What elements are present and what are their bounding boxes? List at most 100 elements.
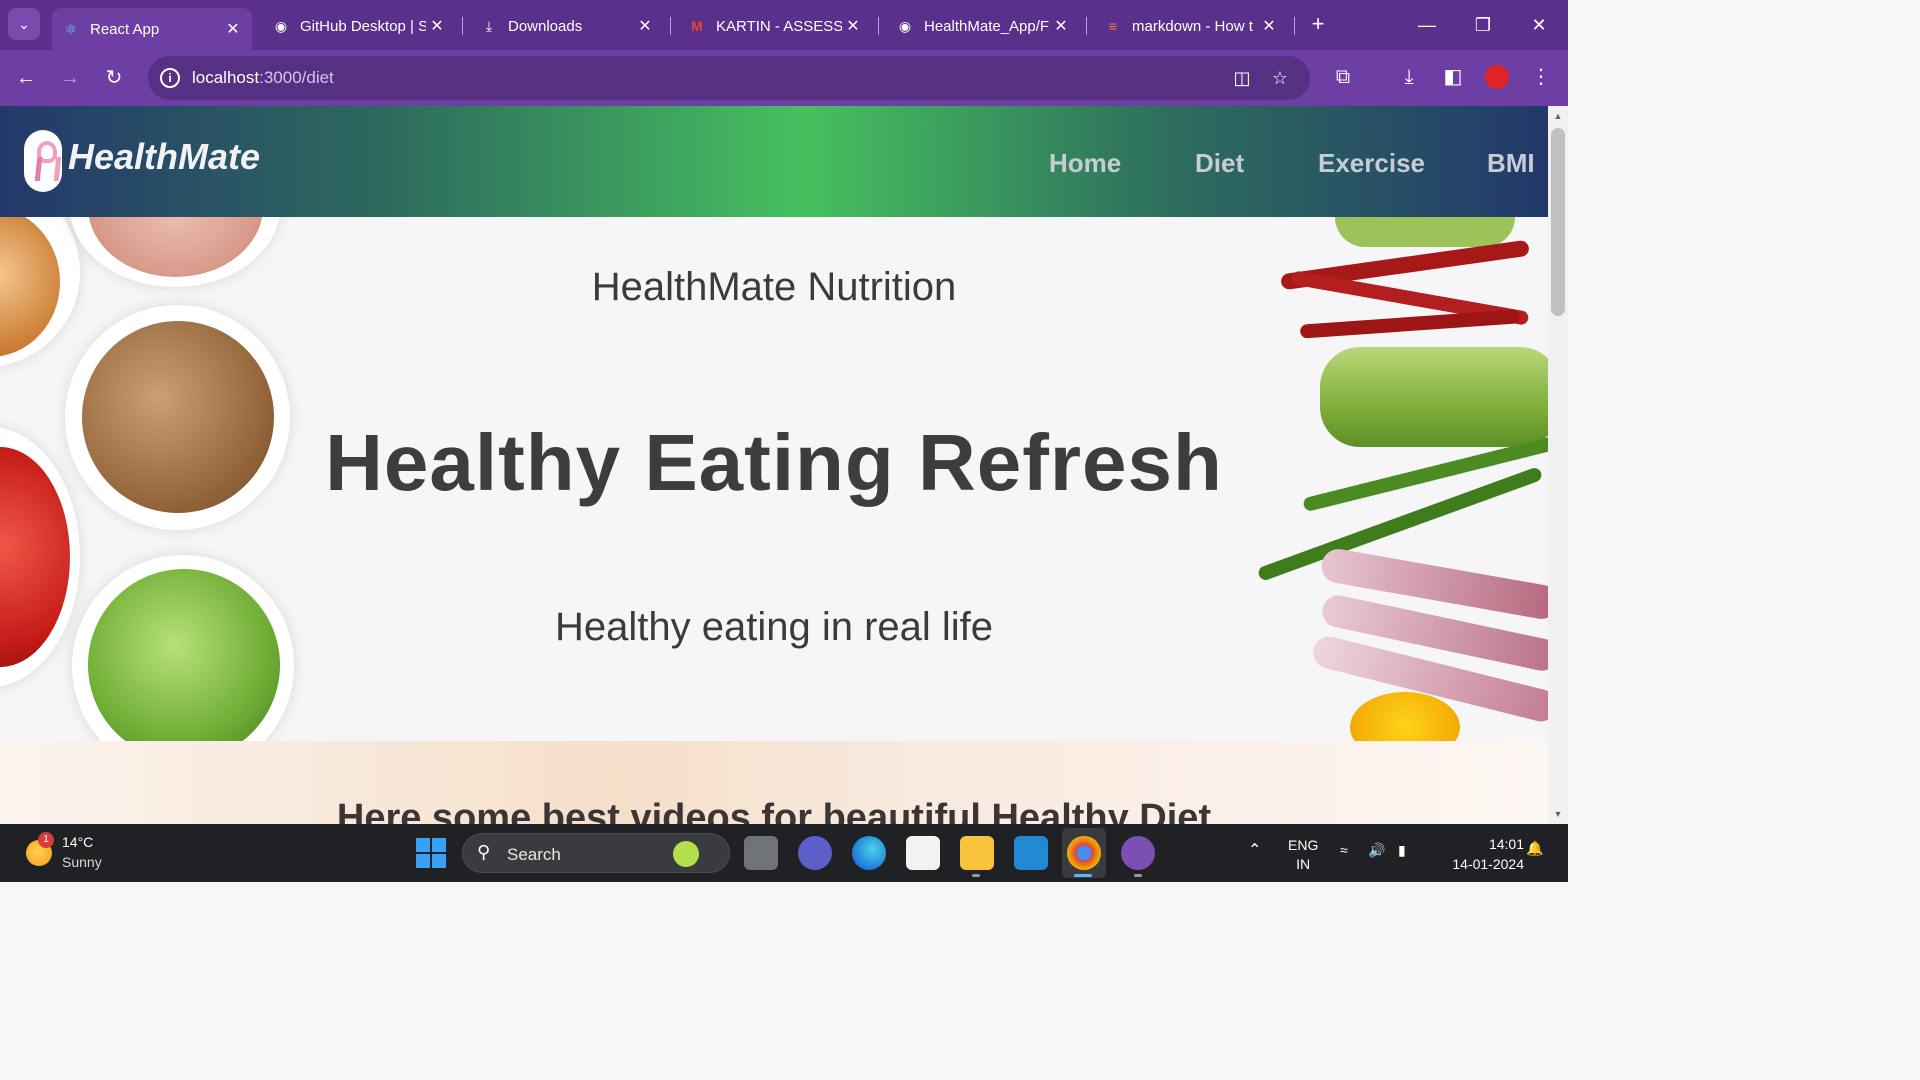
language-indicator[interactable]: ENG IN [1288,836,1318,874]
wifi-icon[interactable]: ≈ [1340,842,1348,858]
tab-divider [670,17,671,35]
back-button[interactable]: ← [10,62,42,94]
url-text[interactable]: localhost:3000/diet [192,68,334,88]
close-icon[interactable]: ✕ [842,16,864,36]
search-icon: ⚲ [477,842,491,862]
edge-icon[interactable] [852,836,886,870]
tab-title: React App [90,20,160,38]
tab-title: Downloads [508,17,583,35]
clock[interactable]: 14:01 14-01-2024 [1430,834,1524,874]
site-navbar: HealthMate Home Diet Exercise BMI [0,106,1548,217]
url-path: :3000/diet [259,68,334,87]
tab-divider [462,17,463,35]
tab-title: KARTIN - ASSESSM [716,17,842,35]
teams-chat-icon[interactable] [798,836,832,870]
tab-github-repo[interactable]: ◉ HealthMate_App/F ✕ [886,8,1080,44]
yellow-pepper-image [1350,692,1460,741]
videos-section-title: Here some best videos for beautiful Heal… [336,797,1212,824]
nav-home[interactable]: Home [1049,148,1121,179]
clock-date: 14-01-2024 [1452,856,1524,872]
gmail-icon: M [691,18,703,34]
nav-diet[interactable]: Diet [1195,148,1244,179]
file-explorer-icon[interactable] [960,836,994,870]
battery-icon[interactable]: ▮ [1398,842,1406,859]
tab-gmail[interactable]: M KARTIN - ASSESSM ✕ [678,8,872,44]
page-viewport: HealthMate Home Diet Exercise BMI Health… [0,106,1548,824]
chevron-up-icon[interactable]: ⌃ [1248,840,1261,860]
running-indicator [972,874,980,877]
hero-tagline: Healthy eating in real life [554,605,994,649]
page-scrollbar[interactable]: ▲ ▼ [1548,106,1568,824]
notification-badge: 1 [38,832,54,848]
tab-title: markdown - How t [1132,17,1253,35]
tab-divider [1294,17,1295,35]
hero-title: Healthy Eating Refresh [325,418,1223,507]
nav-bmi[interactable]: BMI [1487,148,1535,179]
clock-time: 14:01 [1488,836,1524,852]
notification-bell-icon[interactable]: 🔔 [1526,840,1543,857]
restore-button[interactable]: ❐ [1468,10,1498,40]
tab-title: HealthMate_App/F [924,17,1050,35]
volume-icon[interactable]: 🔊 [1368,842,1385,859]
language-code: ENG [1288,837,1319,853]
side-panel-icon[interactable]: ◧ [1438,62,1468,92]
windows-start-icon[interactable] [416,838,446,868]
tab-downloads[interactable]: ⤓ Downloads ✕ [470,8,664,44]
hero-banner: HealthMate Nutrition Healthy Eating Refr… [0,217,1548,741]
more-menu-icon[interactable]: ⋮ [1526,62,1556,92]
github-icon: ◉ [274,17,288,34]
forward-button[interactable]: → [54,62,86,94]
install-app-icon[interactable]: ◫ [1230,66,1254,90]
bookmark-star-icon[interactable]: ☆ [1268,66,1292,90]
weather-description[interactable]: Sunny [62,854,102,870]
address-bar[interactable]: i localhost:3000/diet ◫ ☆ [148,56,1310,100]
red-chili-image [1299,309,1521,339]
region-code: IN [1296,856,1311,872]
search-label: Search [507,845,561,864]
close-icon[interactable]: ✕ [634,16,656,36]
tab-github-desktop[interactable]: ◉ GitHub Desktop | S ✕ [262,8,456,44]
tennis-ball-icon [673,841,699,867]
close-icon[interactable]: ✕ [1258,16,1280,36]
reload-button[interactable]: ↻ [98,62,130,94]
windows-taskbar: 1 14°C Sunny ⚲ Search ⌃ ENG IN ≈ 🔊 ▮ 14:… [0,824,1568,882]
github-desktop-icon[interactable] [1121,836,1155,870]
new-tab-button[interactable]: + [1306,12,1330,36]
taskbar-search[interactable]: ⚲ Search [462,833,730,873]
profile-avatar[interactable] [1485,65,1509,89]
scroll-down-icon[interactable]: ▼ [1552,808,1564,820]
chevron-down-icon: ⌄ [18,15,30,32]
running-indicator [1074,874,1092,877]
brand-name[interactable]: HealthMate [68,136,260,178]
chrome-icon[interactable] [1067,836,1101,870]
scrollbar-thumb[interactable] [1551,128,1565,316]
github-icon: ◉ [898,17,912,34]
browser-tab-bar: ⌄ ⚛ React App ✕ ◉ GitHub Desktop | S ✕ ⤓… [0,0,1568,50]
close-window-button[interactable]: ✕ [1524,10,1554,40]
close-icon[interactable]: ✕ [1050,16,1072,36]
scroll-up-icon[interactable]: ▲ [1552,110,1564,122]
extensions-icon[interactable]: ⧉ [1328,62,1358,92]
close-icon[interactable]: ✕ [222,19,244,39]
running-indicator [1134,874,1142,877]
sprouts-top-image [1335,217,1515,247]
vscode-icon[interactable] [1014,836,1048,870]
tab-title: GitHub Desktop | S [300,17,426,35]
tab-stackoverflow[interactable]: ≡ markdown - How t ✕ [1094,8,1288,44]
weather-temperature[interactable]: 14°C [62,834,93,850]
tab-react-app[interactable]: ⚛ React App ✕ [52,8,252,50]
pink-ribbon-icon [34,139,57,183]
site-info-icon[interactable]: i [160,68,180,88]
microsoft-store-icon[interactable] [906,836,940,870]
nav-exercise[interactable]: Exercise [1318,148,1425,179]
tab-search-button[interactable]: ⌄ [8,8,40,40]
logo[interactable] [24,130,62,192]
reload-icon: ↻ [105,67,123,89]
close-icon[interactable]: ✕ [426,16,448,36]
download-icon[interactable]: ⤓ [1394,62,1424,92]
tab-divider [878,17,879,35]
task-view-icon[interactable] [744,836,778,870]
hero-subtitle: HealthMate Nutrition [591,265,957,309]
videos-section: Here some best videos for beautiful Heal… [0,741,1548,824]
minimize-button[interactable]: — [1412,10,1442,40]
